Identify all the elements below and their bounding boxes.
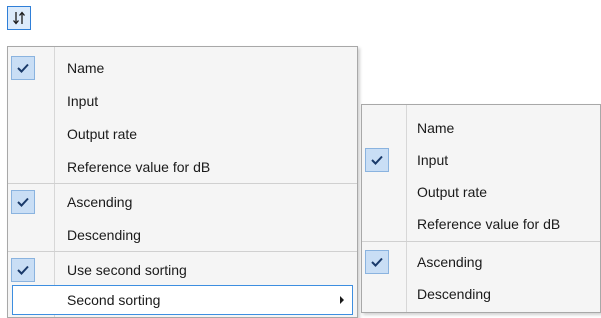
submenu-arrow-icon	[340, 296, 344, 304]
menu-item-label: Ascending	[67, 193, 133, 210]
menu-item-label: Name	[417, 119, 455, 136]
menu-item-label: Output rate	[417, 183, 488, 200]
sort-context-menu-screen: Name Input Output rate Reference value f…	[0, 0, 601, 318]
menu-item-input[interactable]: Input	[8, 84, 357, 117]
menu-item-label: Descending	[417, 285, 491, 302]
menu-item-reference-value[interactable]: Reference value for dB	[8, 150, 357, 183]
submenu-item-name[interactable]: Name	[362, 111, 600, 144]
menu-item-label: Reference value for dB	[417, 215, 561, 232]
menu-item-label: Descending	[67, 226, 141, 243]
menu-item-second-sorting[interactable]: Second sorting	[12, 285, 353, 315]
menu-separator	[8, 183, 357, 184]
menu-item-label: Use second sorting	[67, 261, 187, 278]
submenu-item-ascending[interactable]: Ascending	[362, 245, 600, 278]
menu-item-label: Input	[67, 92, 99, 109]
submenu-item-input[interactable]: Input	[362, 143, 600, 176]
submenu-item-descending[interactable]: Descending	[362, 277, 600, 310]
sort-toggle-button[interactable]	[7, 6, 31, 30]
menu-item-descending[interactable]: Descending	[8, 218, 357, 251]
menu-separator	[8, 251, 357, 252]
menu-item-label: Output rate	[67, 125, 138, 142]
menu-item-label: Second sorting	[67, 292, 161, 308]
check-icon	[11, 189, 35, 214]
menu-item-ascending[interactable]: Ascending	[8, 185, 357, 218]
menu-item-name[interactable]: Name	[8, 51, 357, 84]
submenu-item-reference-value[interactable]: Reference value for dB	[362, 207, 600, 240]
menu-separator	[362, 241, 600, 242]
second-sorting-submenu: Name Input Output rate Reference value f…	[361, 104, 601, 313]
check-icon	[11, 257, 35, 282]
menu-item-label: Name	[67, 59, 105, 76]
sort-arrows-icon	[13, 11, 25, 25]
menu-item-label: Reference value for dB	[67, 158, 211, 175]
menu-item-use-second-sorting[interactable]: Use second sorting	[8, 253, 357, 286]
check-icon	[11, 55, 35, 80]
menu-item-label: Input	[417, 151, 449, 168]
check-icon	[365, 147, 389, 172]
menu-item-output-rate[interactable]: Output rate	[8, 117, 357, 150]
check-icon	[365, 249, 389, 274]
menu-item-label: Ascending	[417, 253, 483, 270]
submenu-item-output-rate[interactable]: Output rate	[362, 175, 600, 208]
sort-menu: Name Input Output rate Reference value f…	[7, 46, 358, 318]
